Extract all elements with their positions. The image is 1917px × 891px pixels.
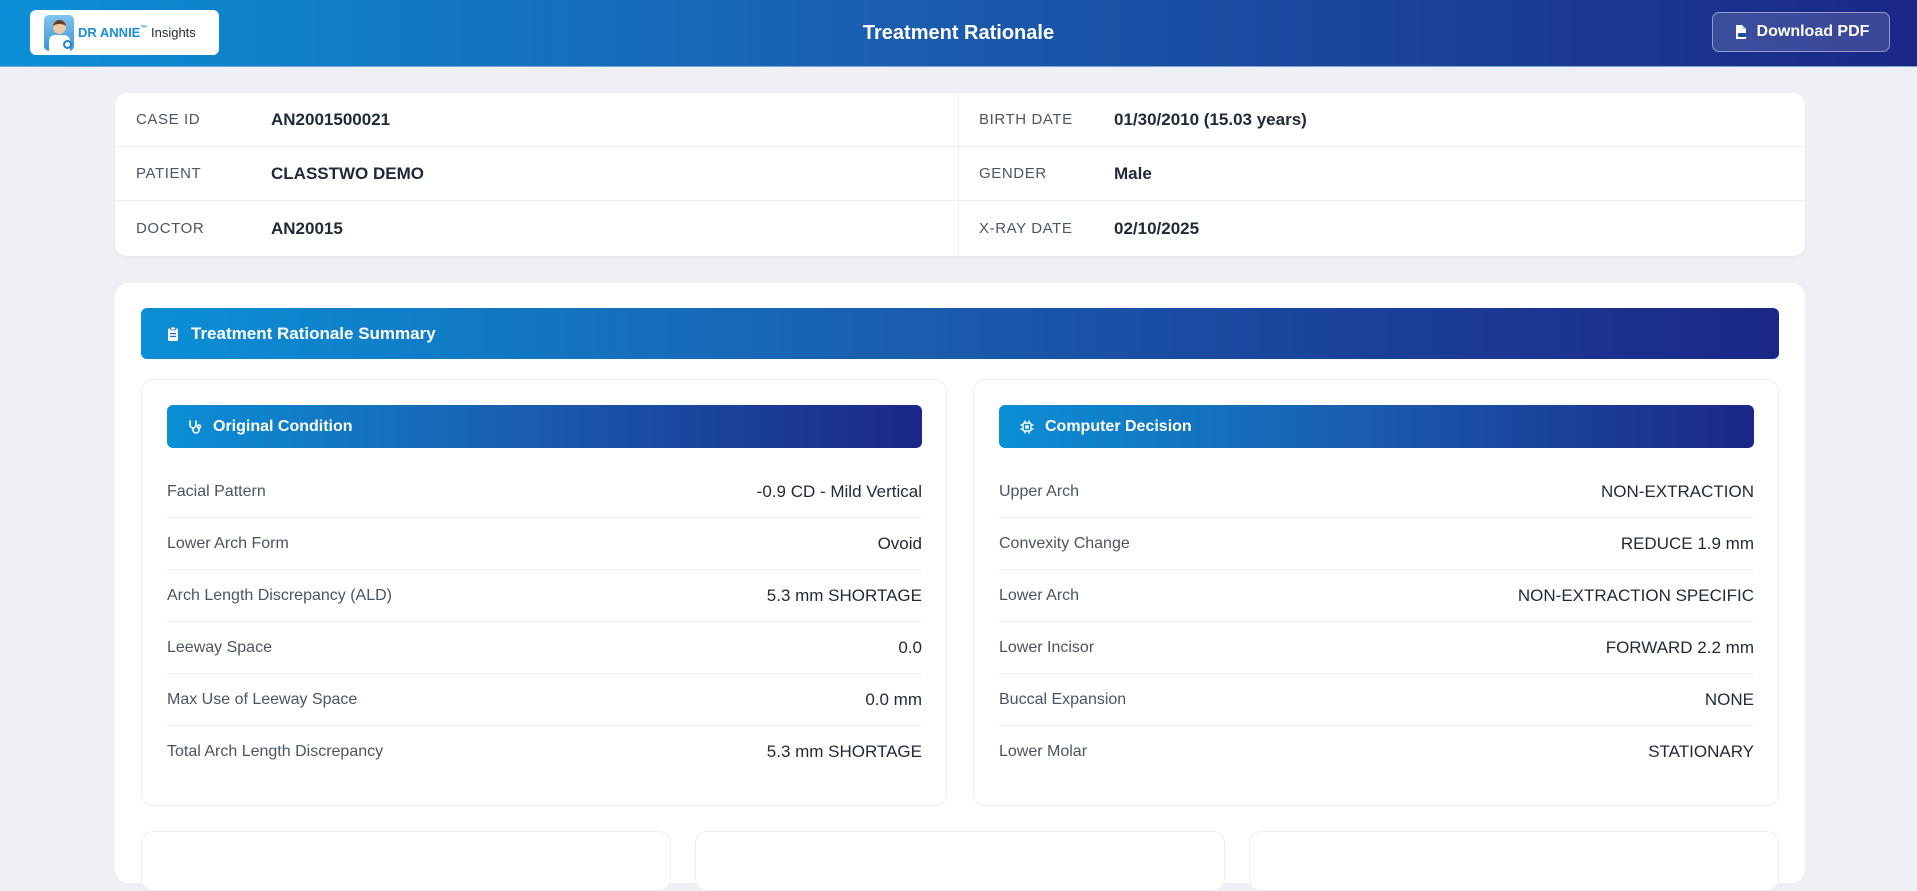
clipboard-icon xyxy=(168,326,178,341)
row-label: Leeway Space xyxy=(167,638,272,656)
list-item: Leeway Space 0.0 xyxy=(167,622,922,674)
doctor-value: AN20015 xyxy=(271,218,343,238)
summary-header: Treatment Rationale Summary xyxy=(141,308,1779,359)
list-item: Lower Incisor FORWARD 2.2 mm xyxy=(999,622,1754,674)
list-item: Total Arch Length Discrepancy 5.3 mm SHO… xyxy=(167,726,922,778)
xray-date-value: 02/10/2025 xyxy=(1114,218,1200,238)
case-id-label: CASE ID xyxy=(136,111,201,128)
list-item: Lower Arch NON-EXTRACTION SPECIFIC xyxy=(999,570,1754,622)
row-label: Lower Molar xyxy=(999,743,1088,760)
additional-card-1 xyxy=(141,831,671,891)
row-label: Convexity Change xyxy=(999,534,1130,552)
app-logo[interactable]: DR ANNIE™ Insights xyxy=(30,10,219,55)
computer-decision-header: Computer Decision xyxy=(999,405,1754,448)
patient-value: CLASSTWO DEMO xyxy=(271,163,424,183)
patient-row: PATIENT CLASSTWO DEMO xyxy=(115,147,959,201)
list-item: Upper Arch NON-EXTRACTION xyxy=(999,466,1754,518)
list-item: Buccal Expansion NONE xyxy=(999,674,1754,726)
row-label: Lower Arch xyxy=(999,586,1080,604)
row-label: Facial Pattern xyxy=(167,482,266,500)
row-label: Total Arch Length Discrepancy xyxy=(167,743,384,760)
logo-brand: DR ANNIE xyxy=(78,25,141,40)
list-item: Max Use of Leeway Space 0.0 mm xyxy=(167,674,922,726)
gender-row: GENDER Male xyxy=(959,147,1805,201)
summary-panel: Treatment Rationale Summary Original Con… xyxy=(115,283,1805,891)
original-condition-card: Original Condition Facial Pattern -0.9 C… xyxy=(141,379,947,806)
original-condition-list: Facial Pattern -0.9 CD - Mild Vertical L… xyxy=(167,466,922,778)
download-pdf-button[interactable]: Download PDF xyxy=(1712,12,1890,52)
cpu-chip-icon xyxy=(1020,420,1034,433)
row-value: Ovoid xyxy=(877,533,922,553)
row-value: 0.0 xyxy=(898,637,922,657)
xray-date-label: X-RAY DATE xyxy=(979,220,1073,237)
row-value: FORWARD 2.2 mm xyxy=(1605,637,1754,657)
computer-decision-card: Computer Decision Upper Arch NON-EXTRACT… xyxy=(973,379,1779,806)
row-label: Max Use of Leeway Space xyxy=(167,690,358,708)
gender-label: GENDER xyxy=(979,165,1047,182)
doctor-avatar-icon xyxy=(44,14,74,51)
row-value: NONE xyxy=(1704,689,1754,709)
file-pdf-icon xyxy=(1735,25,1746,39)
row-label: Upper Arch xyxy=(999,482,1080,500)
page-title: Treatment Rationale xyxy=(862,22,1055,44)
logo-text: DR ANNIE™ Insights xyxy=(78,25,196,40)
patient-label: PATIENT xyxy=(136,165,202,182)
case-info-card: CASE ID AN2001500021 BIRTH DATE 01/30/20… xyxy=(115,93,1805,256)
xray-date-row: X-RAY DATE 02/10/2025 xyxy=(959,201,1805,256)
row-value: 5.3 mm SHORTAGE xyxy=(766,742,922,761)
birth-date-row: BIRTH DATE 01/30/2010 (15.03 years) xyxy=(959,93,1805,147)
birth-date-value: 01/30/2010 (15.03 years) xyxy=(1114,109,1307,129)
gender-value: Male xyxy=(1114,163,1152,183)
row-label: Buccal Expansion xyxy=(999,690,1127,708)
list-item: Lower Molar STATIONARY xyxy=(999,726,1754,778)
row-label: Arch Length Discrepancy (ALD) xyxy=(167,586,392,604)
stethoscope-icon xyxy=(189,419,202,434)
birth-date-label: BIRTH DATE xyxy=(979,111,1073,128)
row-value: NON-EXTRACTION SPECIFIC xyxy=(1517,585,1754,605)
logo-trademark: ™ xyxy=(140,25,148,32)
doctor-label: DOCTOR xyxy=(136,220,205,237)
row-value: STATIONARY xyxy=(1648,742,1754,761)
doctor-row: DOCTOR AN20015 xyxy=(115,201,959,256)
computer-decision-title: Computer Decision xyxy=(1045,417,1192,435)
row-label: Lower Arch Form xyxy=(167,534,289,552)
case-id-row: CASE ID AN2001500021 xyxy=(115,93,959,147)
list-item: Arch Length Discrepancy (ALD) 5.3 mm SHO… xyxy=(167,570,922,622)
row-value: REDUCE 1.9 mm xyxy=(1620,533,1754,553)
row-value: 5.3 mm SHORTAGE xyxy=(766,585,922,605)
row-label: Lower Incisor xyxy=(999,638,1095,656)
computer-decision-list: Upper Arch NON-EXTRACTION Convexity Chan… xyxy=(999,466,1754,778)
list-item: Facial Pattern -0.9 CD - Mild Vertical xyxy=(167,466,922,518)
top-bar: DR ANNIE™ Insights Treatment Rationale D… xyxy=(0,0,1917,67)
case-id-value: AN2001500021 xyxy=(271,109,391,129)
list-item: Lower Arch Form Ovoid xyxy=(167,518,922,570)
row-value: NON-EXTRACTION xyxy=(1601,481,1754,501)
row-value: 0.0 mm xyxy=(865,689,922,709)
download-pdf-label: Download PDF xyxy=(1756,23,1870,40)
summary-title: Treatment Rationale Summary xyxy=(191,323,436,343)
row-value: -0.9 CD - Mild Vertical xyxy=(756,481,922,501)
original-condition-header: Original Condition xyxy=(167,405,922,448)
original-condition-title: Original Condition xyxy=(213,417,353,435)
logo-suffix: Insights xyxy=(150,25,196,40)
additional-card-2 xyxy=(695,831,1225,891)
additional-card-3 xyxy=(1249,831,1779,891)
list-item: Convexity Change REDUCE 1.9 mm xyxy=(999,518,1754,570)
